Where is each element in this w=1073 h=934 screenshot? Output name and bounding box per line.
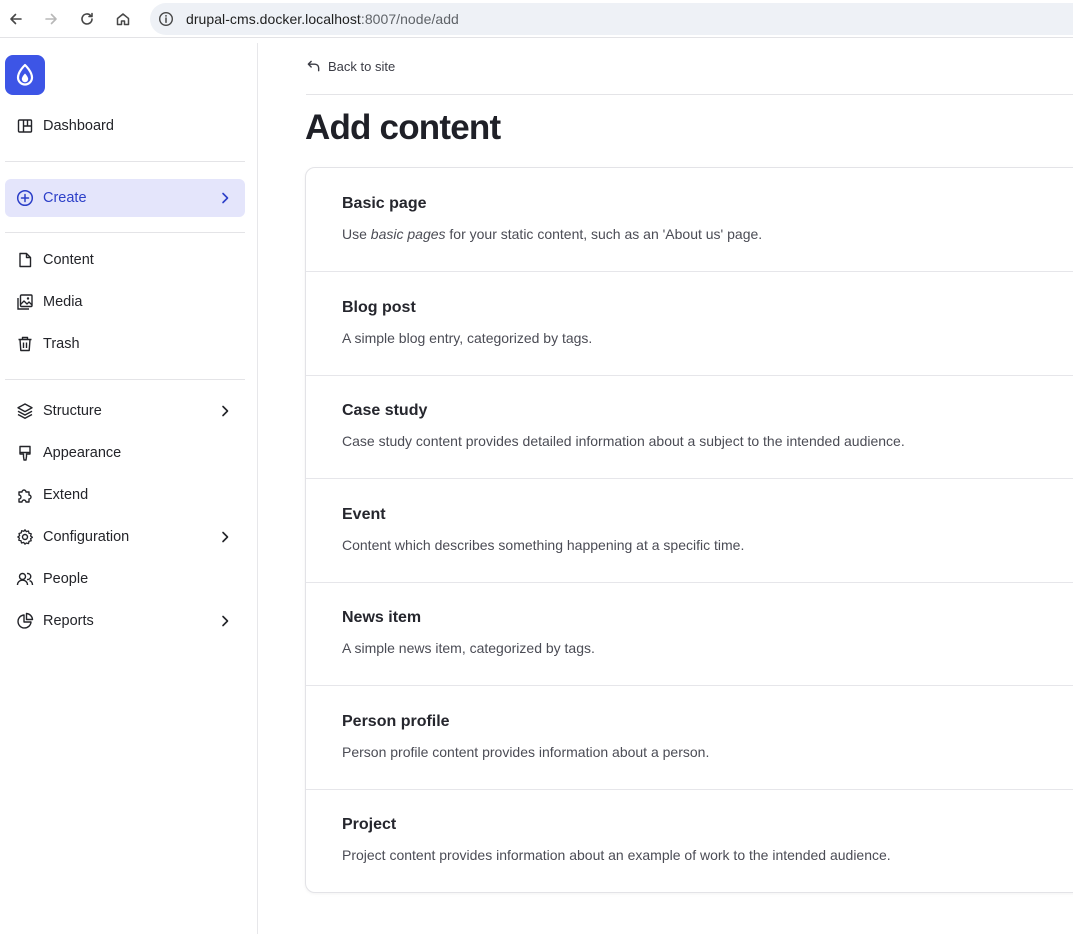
plus-circle-icon — [15, 188, 35, 208]
puzzle-icon — [15, 485, 35, 505]
sidebar-item-label: Reports — [43, 613, 94, 629]
layers-icon — [15, 401, 35, 421]
drupal-logo[interactable] — [5, 55, 45, 95]
content-type-case-study[interactable]: Case study Case study content provides d… — [306, 375, 1073, 479]
content-type-title: Basic page — [342, 195, 427, 212]
chevron-right-icon — [222, 192, 229, 204]
sidebar-item-label: Media — [43, 294, 83, 310]
chevron-right-icon — [222, 531, 229, 543]
sidebar-item-label: Appearance — [43, 445, 122, 461]
sidebar-item-appearance[interactable]: Appearance — [5, 434, 245, 472]
chevron-right-icon — [222, 615, 229, 627]
header-divider — [306, 94, 1073, 95]
chevron-right-icon — [222, 405, 229, 417]
content-type-description: Content which describes something happen… — [342, 537, 745, 553]
content-type-description: Project content provides information abo… — [342, 847, 891, 863]
sidebar-item-extend[interactable]: Extend — [5, 476, 245, 514]
content-type-description: A simple news item, categorized by tags. — [342, 640, 595, 656]
sidebar-item-reports[interactable]: Reports — [5, 602, 245, 640]
sidebar-item-content[interactable]: Content — [5, 241, 245, 279]
content-type-news-item[interactable]: News item A simple news item, categorize… — [306, 582, 1073, 686]
media-icon — [15, 292, 35, 312]
sidebar-item-people[interactable]: People — [5, 560, 245, 598]
back-button[interactable] — [3, 6, 29, 32]
home-icon — [116, 13, 130, 26]
sidebar-item-configuration[interactable]: Configuration — [5, 518, 245, 556]
sidebar-divider — [5, 232, 245, 233]
sidebar-item-label: Structure — [43, 403, 102, 419]
sidebar-item-structure[interactable]: Structure — [5, 392, 245, 430]
trash-icon — [15, 334, 35, 354]
content-type-list: Basic page Use basic pages for your stat… — [305, 167, 1073, 893]
arrow-right-icon — [45, 13, 57, 25]
sidebar-item-label: Create — [43, 190, 87, 206]
content-type-description: Use basic pages for your static content,… — [342, 226, 763, 242]
drupal-drop-icon — [16, 63, 34, 86]
content-type-title: Blog post — [342, 299, 416, 316]
content-type-title: News item — [342, 609, 422, 626]
content-type-person-profile[interactable]: Person profile Person profile content pr… — [306, 686, 1073, 790]
pie-chart-icon — [15, 611, 35, 631]
sidebar-item-dashboard[interactable]: Dashboard — [5, 107, 245, 145]
content-type-title: Person profile — [342, 713, 450, 730]
content-type-basic-page[interactable]: Basic page Use basic pages for your stat… — [306, 168, 1073, 272]
info-icon[interactable] — [158, 11, 174, 27]
gear-icon — [15, 527, 35, 547]
reload-icon — [81, 12, 93, 25]
content-type-event[interactable]: Event Content which describes something … — [306, 479, 1073, 583]
return-arrow-icon — [307, 60, 320, 72]
dashboard-icon — [15, 116, 35, 136]
back-to-site-link[interactable]: Back to site — [306, 59, 395, 74]
content-type-project[interactable]: Project Project content provides informa… — [306, 789, 1073, 892]
content-type-blog-post[interactable]: Blog post A simple blog entry, categoriz… — [306, 272, 1073, 376]
sidebar-item-label: Configuration — [43, 529, 130, 545]
reload-button[interactable] — [74, 6, 100, 32]
arrow-left-icon — [10, 13, 22, 25]
sidebar-divider — [5, 161, 245, 162]
back-to-site-label: Back to site — [328, 59, 396, 74]
content-type-description: Case study content provides detailed inf… — [342, 433, 905, 449]
sidebar-divider — [5, 379, 245, 380]
sidebar-item-media[interactable]: Media — [5, 283, 245, 321]
document-icon — [15, 250, 35, 270]
people-icon — [15, 569, 35, 589]
sidebar-item-label: Extend — [43, 487, 89, 503]
content-type-title: Project — [342, 816, 397, 833]
browser-toolbar: drupal-cms.docker.localhost:8007/node/ad… — [0, 0, 1073, 38]
content-type-description: A simple blog entry, categorized by tags… — [342, 330, 593, 346]
sidebar-item-label: Dashboard — [43, 118, 114, 134]
sidebar-item-trash[interactable]: Trash — [5, 325, 245, 363]
sidebar-item-label: Trash — [43, 336, 80, 352]
page-title: Add content — [305, 108, 501, 147]
paint-brush-icon — [15, 443, 35, 463]
sidebar-item-create[interactable]: Create — [5, 179, 245, 217]
content-type-title: Case study — [342, 402, 428, 419]
admin-sidebar: Dashboard Create Content Media Trash Str… — [0, 43, 258, 934]
forward-button[interactable] — [38, 6, 64, 32]
address-bar[interactable]: drupal-cms.docker.localhost:8007/node/ad… — [150, 3, 1073, 35]
home-button[interactable] — [110, 6, 136, 32]
content-type-title: Event — [342, 506, 386, 523]
content-type-description: Person profile content provides informat… — [342, 744, 710, 760]
url-text: drupal-cms.docker.localhost:8007/node/ad… — [186, 11, 459, 27]
sidebar-item-label: People — [43, 571, 89, 587]
sidebar-item-label: Content — [43, 252, 94, 268]
